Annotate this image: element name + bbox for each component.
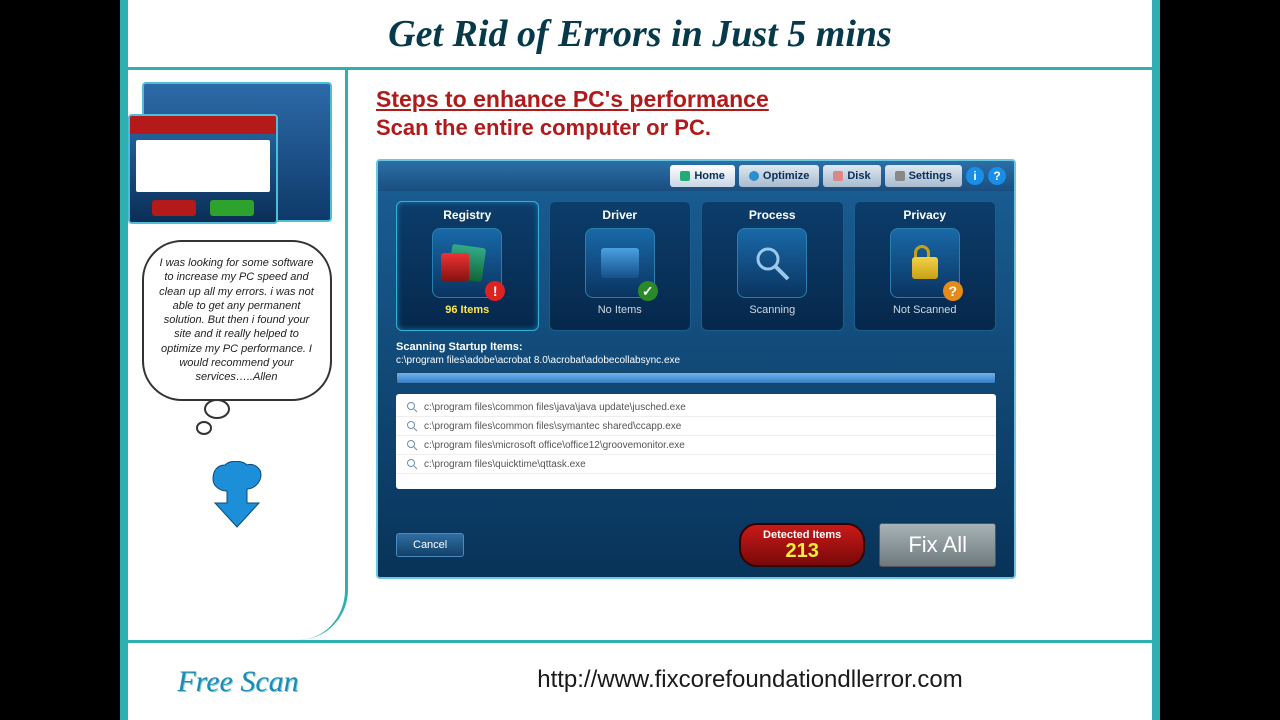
tile-process[interactable]: Process Scanning	[701, 201, 844, 331]
privacy-icon: ?	[890, 228, 960, 298]
tab-home-label: Home	[694, 170, 725, 182]
scan-label: Scanning Startup Items:	[396, 341, 996, 353]
scan-status: Scanning Startup Items: c:\program files…	[378, 341, 1014, 384]
magnifier-icon	[406, 420, 418, 432]
list-item: c:\program files\microsoft office\office…	[396, 436, 996, 455]
content-area: I was looking for some software to incre…	[128, 70, 1152, 640]
app-bottom-bar: Cancel Detected Items 213 Fix All	[378, 523, 1014, 567]
tile-privacy-title: Privacy	[903, 208, 946, 222]
file-path: c:\program files\common files\symantec s…	[424, 421, 681, 432]
scan-current-path: c:\program files\adobe\acrobat 8.0\acrob…	[396, 355, 996, 366]
testimonial-bubble: I was looking for some software to incre…	[142, 240, 332, 401]
file-path: c:\program files\quicktime\qttask.exe	[424, 459, 586, 470]
tab-disk[interactable]: Disk	[823, 165, 880, 187]
tile-privacy[interactable]: Privacy ? Not Scanned	[854, 201, 997, 331]
main-panel: Steps to enhance PC's performance Scan t…	[348, 70, 1152, 640]
product-thumbnail-overlay	[128, 114, 278, 224]
tab-settings[interactable]: Settings	[885, 165, 962, 187]
steps-subtitle: Scan the entire computer or PC.	[376, 115, 1132, 141]
product-thumbnail	[142, 82, 332, 222]
tab-optimize[interactable]: Optimize	[739, 165, 819, 187]
tile-registry-title: Registry	[443, 208, 491, 222]
cancel-button[interactable]: Cancel	[396, 533, 464, 557]
tab-disk-label: Disk	[847, 170, 870, 182]
header: Get Rid of Errors in Just 5 mins	[128, 0, 1152, 70]
scan-results-list: c:\program files\common files\java\java …	[396, 394, 996, 489]
sidebar: I was looking for some software to incre…	[128, 70, 348, 640]
page-headline: Get Rid of Errors in Just 5 mins	[388, 12, 892, 56]
help-icon[interactable]: ?	[988, 167, 1006, 185]
list-item: c:\program files\quicktime\qttask.exe	[396, 455, 996, 474]
fix-all-button[interactable]: Fix All	[879, 523, 996, 567]
driver-icon: ✓	[585, 228, 655, 298]
tab-home[interactable]: Home	[670, 165, 735, 187]
file-path: c:\program files\microsoft office\office…	[424, 440, 685, 451]
magnifier-icon	[406, 439, 418, 451]
footer-url[interactable]: http://www.fixcorefoundationdllerror.com	[537, 666, 963, 693]
tile-process-title: Process	[749, 208, 796, 222]
alert-badge-icon: !	[485, 281, 505, 301]
app-window: Home Optimize Disk Settings i ? Registry…	[376, 159, 1016, 579]
footer: Free Scan http://www.fixcorefoundationdl…	[128, 640, 1152, 716]
magnifier-icon	[406, 458, 418, 470]
testimonial-text: I was looking for some software to incre…	[159, 257, 314, 383]
home-icon	[680, 171, 690, 181]
scan-progress-bar	[396, 372, 996, 384]
download-arrow-icon	[207, 461, 267, 531]
info-icon[interactable]: i	[966, 167, 984, 185]
optimize-icon	[749, 171, 759, 181]
steps-title: Steps to enhance PC's performance	[376, 86, 1132, 113]
registry-icon: !	[432, 228, 502, 298]
check-badge-icon: ✓	[638, 281, 658, 301]
tab-optimize-label: Optimize	[763, 170, 809, 182]
page-frame: Get Rid of Errors in Just 5 mins I was l…	[120, 0, 1160, 720]
tab-settings-label: Settings	[909, 170, 952, 182]
sidebar-footer: Free Scan	[128, 661, 348, 699]
file-path: c:\program files\common files\java\java …	[424, 402, 686, 413]
tile-registry-status: 96 Items	[445, 304, 489, 316]
settings-icon	[895, 171, 905, 181]
disk-icon	[833, 171, 843, 181]
tile-driver[interactable]: Driver ✓ No Items	[549, 201, 692, 331]
question-badge-icon: ?	[943, 281, 963, 301]
free-scan-cta[interactable]: Free Scan	[128, 665, 348, 699]
tile-driver-title: Driver	[602, 208, 637, 222]
tile-registry[interactable]: Registry ! 96 Items	[396, 201, 539, 331]
tile-process-status: Scanning	[749, 304, 795, 316]
tile-privacy-status: Not Scanned	[893, 304, 957, 316]
list-item: c:\program files\common files\java\java …	[396, 398, 996, 417]
magnifier-icon	[406, 401, 418, 413]
tile-driver-status: No Items	[598, 304, 642, 316]
category-tiles: Registry ! 96 Items Driver ✓	[378, 191, 1014, 341]
detected-items-badge: Detected Items 213	[739, 523, 865, 567]
list-item: c:\program files\common files\symantec s…	[396, 417, 996, 436]
process-icon	[737, 228, 807, 298]
detected-count: 213	[763, 541, 841, 561]
tab-bar: Home Optimize Disk Settings i ?	[378, 161, 1014, 191]
